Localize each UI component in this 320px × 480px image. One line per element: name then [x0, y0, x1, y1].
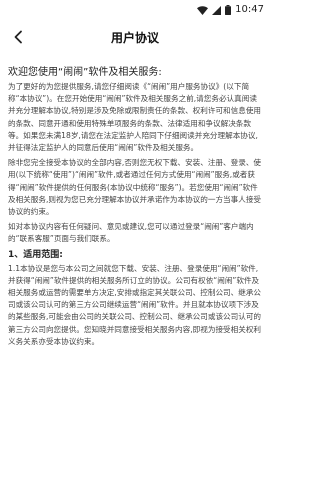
agreement-content[interactable]: 欢迎您使用“闹闹”软件及相关服务: 为了更好的为您提供服务,请您仔细阅读《“闹闹…	[0, 56, 270, 480]
status-time: 10:47	[235, 4, 264, 15]
document-title: 欢迎您使用“闹闹”软件及相关服务:	[8, 67, 162, 78]
wifi-icon	[197, 5, 209, 15]
signal-icon	[212, 5, 222, 15]
agreement-paragraph: 除非您完全接受本协议的全部内容,否则您无权下载、安装、注册、登录、使用(以下统称…	[8, 158, 262, 217]
battery-icon	[225, 5, 232, 15]
status-indicators: 10:47	[197, 3, 264, 17]
app-bar: 用户协议	[0, 20, 270, 56]
agreement-paragraph: 为了更好的为您提供服务,请您仔细阅读《“闹闹”用户服务协议》(以下简称“本协议”…	[8, 82, 262, 153]
back-button[interactable]	[6, 26, 30, 50]
section-paragraph: 1.1本协议是您与本公司之间就您下载、安装、注册、登录使用“闹闹”软件,并获得“…	[8, 263, 262, 346]
agreement-paragraph: 如对本协议内容有任何疑问、意见或建议,您可以通过登录“闹闹”客户端内的“联系客服…	[8, 222, 254, 244]
section-heading: 1、适用范围:	[8, 249, 63, 260]
chevron-left-icon	[13, 29, 23, 48]
page-title: 用户协议	[110, 31, 159, 45]
status-bar: 10:47	[0, 0, 270, 20]
